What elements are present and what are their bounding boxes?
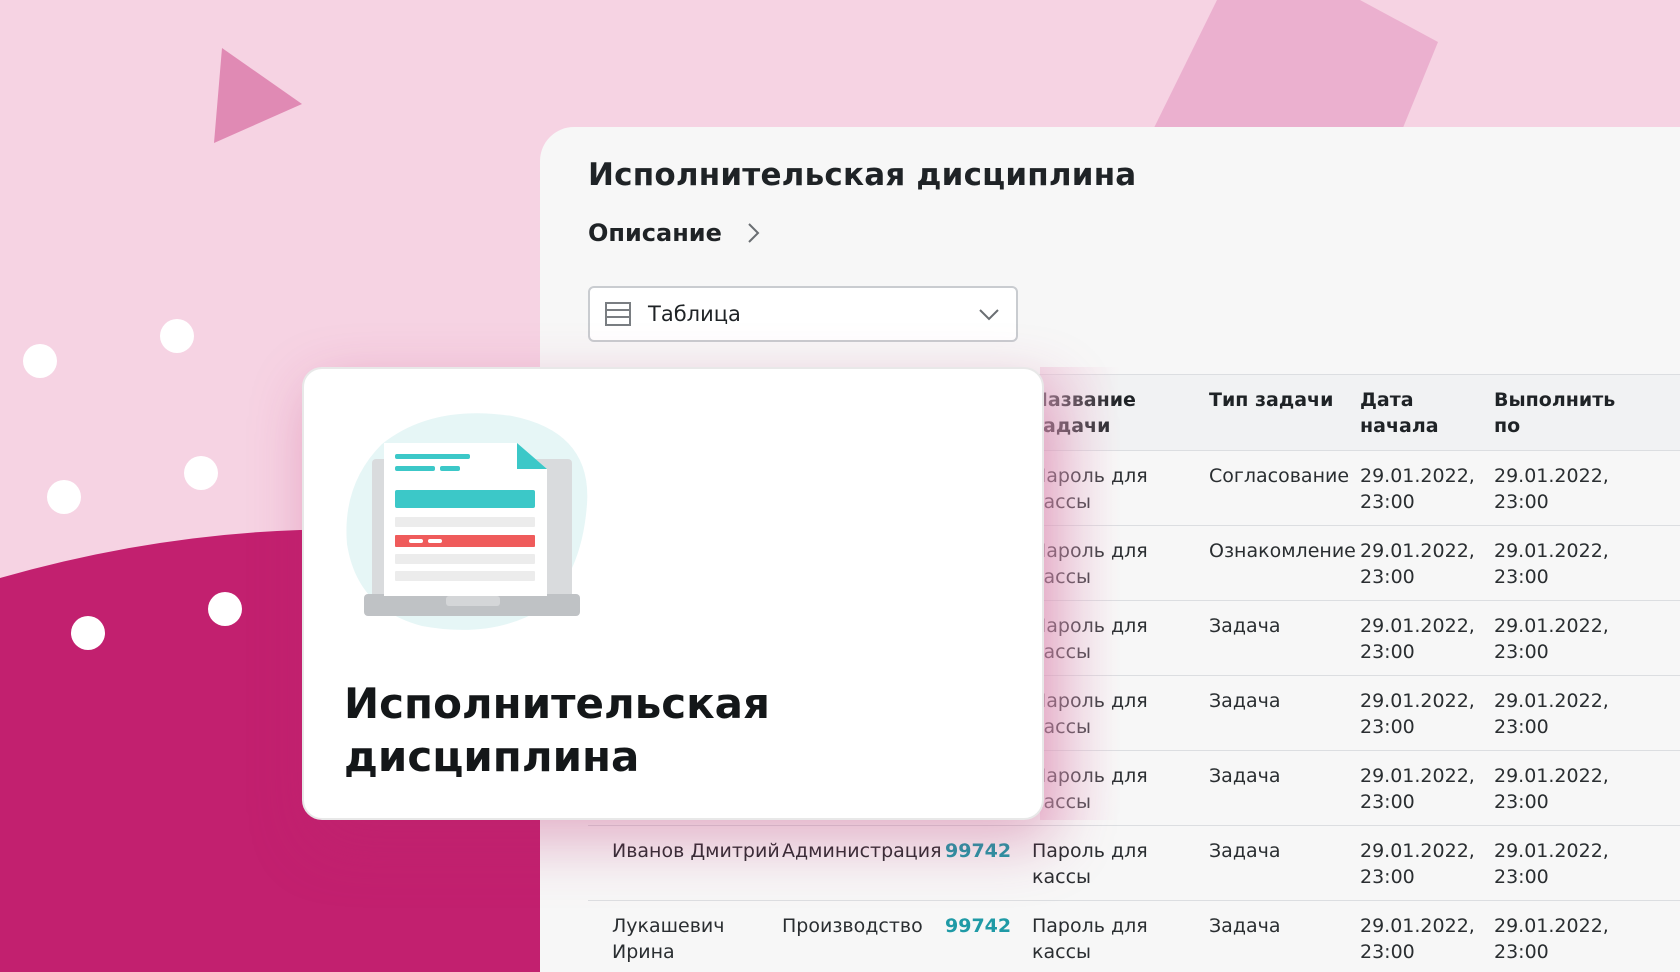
header-start-date[interactable]: Дата начала [1360,387,1490,439]
description-link[interactable]: Описание [588,219,766,247]
task-type-cell: Задача [1209,915,1281,937]
description-label: Описание [588,219,722,247]
page-title: Исполнительская дисциплина [588,157,1137,193]
table-row[interactable]: Иванов Дмитрий Администрация 99742 Парол… [588,826,1680,901]
start-date-cell: 29.01.2022, 23:00 [1360,465,1475,513]
employee-name-cell: Иванов Дмитрий [612,840,780,862]
due-date-cell: 29.01.2022, 23:00 [1494,840,1609,888]
start-date-cell: 29.01.2022, 23:00 [1360,840,1475,888]
chevron-right-icon [748,223,760,243]
due-date-cell: 29.01.2022, 23:00 [1494,465,1609,513]
chevron-down-icon [979,309,999,321]
due-date-cell: 29.01.2022, 23:00 [1494,765,1609,813]
task-id-link[interactable]: 99742 [945,838,1025,864]
table-icon [605,302,631,326]
task-name-cell: Пароль для кассы [1032,915,1148,963]
header-task-name[interactable]: Название задачи [1032,387,1207,439]
task-name-cell: Пароль для кассы [1032,690,1148,738]
table-row[interactable]: Лукашевич Ирина Производство 99742 Парол… [588,901,1680,972]
dot-shape [71,616,105,650]
task-name-cell: Пароль для кассы [1032,765,1148,813]
start-date-cell: 29.01.2022, 23:00 [1360,540,1475,588]
start-date-cell: 29.01.2022, 23:00 [1360,690,1475,738]
task-type-cell: Согласование [1209,465,1350,487]
task-name-cell: Пароль для кассы [1032,465,1148,513]
due-date-cell: 29.01.2022, 23:00 [1494,915,1609,963]
due-date-cell: 29.01.2022, 23:00 [1494,615,1609,663]
dot-shape [23,344,57,378]
laptop-document-icon [346,413,588,630]
header-task-type[interactable]: Тип задачи [1209,387,1359,413]
task-type-cell: Задача [1209,840,1281,862]
dot-shape [208,592,242,626]
dot-shape [47,480,81,514]
dot-shape [184,456,218,490]
task-type-cell: Задача [1209,765,1281,787]
report-card: Исполнительская дисциплина [302,367,1044,820]
start-date-cell: 29.01.2022, 23:00 [1360,915,1475,963]
task-name-cell: Пароль для кассы [1032,840,1148,888]
task-name-cell: Пароль для кассы [1032,540,1148,588]
view-mode-value: Таблица [648,302,741,326]
department-cell: Производство [782,915,923,937]
start-date-cell: 29.01.2022, 23:00 [1360,765,1475,813]
department-cell: Администрация [782,840,942,862]
task-type-cell: Задача [1209,690,1281,712]
dot-shape [160,319,194,353]
employee-name-cell: Лукашевич Ирина [612,915,725,963]
due-date-cell: 29.01.2022, 23:00 [1494,690,1609,738]
task-id-link[interactable]: 99742 [945,913,1025,939]
start-date-cell: 29.01.2022, 23:00 [1360,615,1475,663]
due-date-cell: 29.01.2022, 23:00 [1494,540,1609,588]
card-title: Исполнительская дисциплина [344,679,770,781]
task-type-cell: Ознакомление [1209,540,1356,562]
task-name-cell: Пароль для кассы [1032,615,1148,663]
task-type-cell: Задача [1209,615,1281,637]
view-mode-select[interactable]: Таблица [588,286,1018,342]
header-due-date[interactable]: Выполнить по [1494,387,1624,439]
